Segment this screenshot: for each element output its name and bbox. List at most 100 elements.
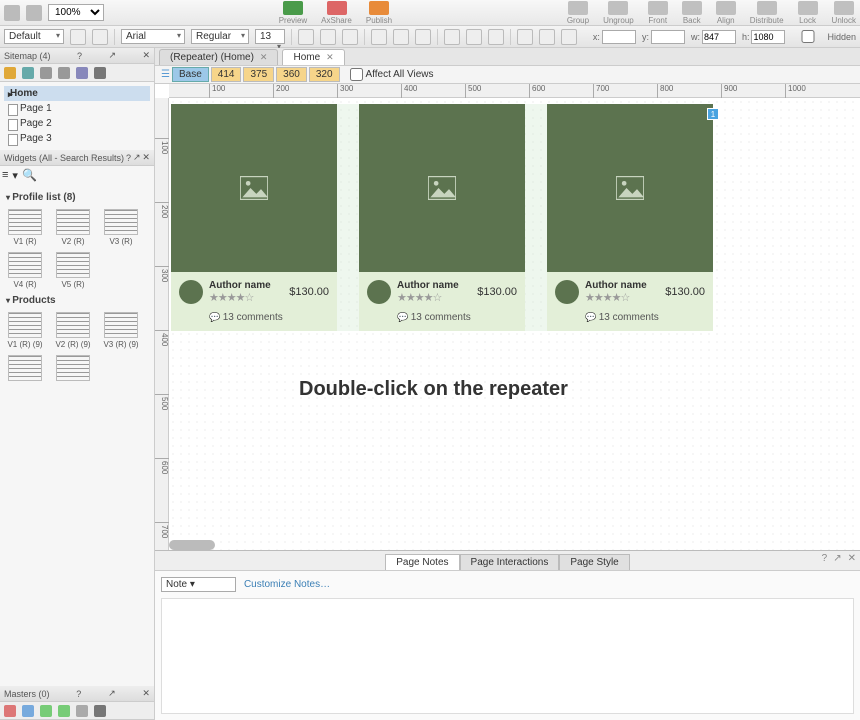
- zoom-select[interactable]: 100%: [48, 4, 104, 21]
- bottom-close-icon[interactable]: ✕: [848, 553, 856, 564]
- align-right-button[interactable]: [488, 29, 504, 45]
- widget-item[interactable]: V3 (R) (9): [100, 310, 142, 351]
- close-icon[interactable]: ✕: [326, 52, 334, 62]
- back-button[interactable]: Back: [682, 1, 702, 25]
- master-search-icon[interactable]: [94, 705, 106, 717]
- align-button[interactable]: Align: [716, 1, 736, 25]
- add-page-icon[interactable]: [4, 67, 16, 79]
- widget-item[interactable]: [4, 353, 46, 383]
- horizontal-scrollbar[interactable]: [169, 540, 215, 550]
- y-input[interactable]: [651, 30, 685, 44]
- widget-item[interactable]: V1 (R): [4, 207, 46, 248]
- customize-notes-link[interactable]: Customize Notes…: [244, 579, 330, 590]
- axshare-button[interactable]: AxShare: [321, 1, 352, 25]
- distribute-button[interactable]: Distribute: [750, 1, 784, 25]
- library-options-icon[interactable]: ▾: [12, 169, 18, 182]
- sitemap-pop-icon[interactable]: ↗: [108, 50, 116, 61]
- font-combo[interactable]: Arial: [121, 29, 185, 44]
- library-menu-icon[interactable]: ≡: [2, 169, 8, 181]
- align-center-button[interactable]: [466, 29, 482, 45]
- adaptive-360-button[interactable]: 360: [276, 67, 307, 82]
- w-input[interactable]: [702, 30, 736, 44]
- widgets-help-icon[interactable]: ?: [126, 153, 131, 163]
- adaptive-375-button[interactable]: 375: [243, 67, 274, 82]
- repeater-card[interactable]: Author name ★★★★☆ $130.00 13 comments: [171, 104, 337, 331]
- repeater-card[interactable]: Author name ★★★★☆ $130.00 13 comments: [359, 104, 525, 331]
- underline-button[interactable]: [342, 29, 358, 45]
- group-button[interactable]: Group: [567, 1, 589, 25]
- widget-item[interactable]: [52, 353, 94, 383]
- bold-button[interactable]: [298, 29, 314, 45]
- adaptive-320-button[interactable]: 320: [309, 67, 340, 82]
- note-type-select[interactable]: Note ▾: [161, 577, 236, 592]
- widget-item[interactable]: V2 (R): [52, 207, 94, 248]
- adaptive-base-button[interactable]: Base: [172, 67, 209, 82]
- masters-help-icon[interactable]: ?: [76, 689, 81, 699]
- masters-close-icon[interactable]: ✕: [142, 688, 150, 699]
- h-input[interactable]: [751, 30, 785, 44]
- x-input[interactable]: [602, 30, 636, 44]
- note-textarea[interactable]: [161, 598, 854, 714]
- style-apply-icon[interactable]: [70, 29, 86, 45]
- add-master-folder-icon[interactable]: [22, 705, 34, 717]
- master-delete-icon[interactable]: [76, 705, 88, 717]
- widget-item[interactable]: V4 (R): [4, 250, 46, 291]
- repeater-widget[interactable]: 1 Author name ★★★★☆ $130.00: [171, 104, 713, 331]
- unlock-button[interactable]: Unlock: [832, 1, 856, 25]
- affect-all-checkbox[interactable]: Affect All Views: [350, 68, 434, 81]
- widget-group-products[interactable]: Products: [4, 291, 150, 310]
- delete-page-icon[interactable]: [76, 67, 88, 79]
- master-up-icon[interactable]: [40, 705, 52, 717]
- style-combo[interactable]: Default: [4, 29, 64, 44]
- close-icon[interactable]: ✕: [260, 52, 268, 62]
- canvas[interactable]: 1 Author name ★★★★☆ $130.00: [169, 98, 860, 550]
- sitemap-close-icon[interactable]: ✕: [142, 50, 150, 61]
- repeater-card[interactable]: Author name ★★★★☆ $130.00 13 comments: [547, 104, 713, 331]
- italic-button[interactable]: [320, 29, 336, 45]
- border-color-button[interactable]: [415, 29, 431, 45]
- valign-top-button[interactable]: [517, 29, 533, 45]
- bottom-help-icon[interactable]: ?: [822, 553, 828, 564]
- style-paint-icon[interactable]: [92, 29, 108, 45]
- font-weight-combo[interactable]: Regular: [191, 29, 249, 44]
- tab-page-interactions[interactable]: Page Interactions: [460, 554, 560, 570]
- fill-color-button[interactable]: [393, 29, 409, 45]
- text-color-button[interactable]: [371, 29, 387, 45]
- publish-button[interactable]: Publish: [366, 1, 392, 25]
- add-folder-icon[interactable]: [22, 67, 34, 79]
- sitemap-help-icon[interactable]: ?: [77, 51, 82, 61]
- widgets-pop-icon[interactable]: ↗: [133, 152, 141, 163]
- valign-bottom-button[interactable]: [561, 29, 577, 45]
- tab-repeater[interactable]: (Repeater) (Home)✕: [159, 49, 278, 65]
- adaptive-menu-icon[interactable]: ☰: [161, 69, 170, 80]
- sitemap-item-page3[interactable]: Page 3: [4, 131, 150, 146]
- tab-page-notes[interactable]: Page Notes: [385, 554, 459, 570]
- adaptive-414-button[interactable]: 414: [211, 67, 242, 82]
- sitemap-item-home[interactable]: Home: [4, 86, 150, 101]
- widget-item[interactable]: V1 (R) (9): [4, 310, 46, 351]
- master-down-icon[interactable]: [58, 705, 70, 717]
- valign-middle-button[interactable]: [539, 29, 555, 45]
- front-button[interactable]: Front: [648, 1, 668, 25]
- widget-item[interactable]: V2 (R) (9): [52, 310, 94, 351]
- ungroup-button[interactable]: Ungroup: [603, 1, 634, 25]
- font-size-combo[interactable]: 13: [255, 29, 285, 44]
- search-sitemap-icon[interactable]: [94, 67, 106, 79]
- move-down-icon[interactable]: [58, 67, 70, 79]
- selection-mode-icon[interactable]: [4, 5, 20, 21]
- move-up-icon[interactable]: [40, 67, 52, 79]
- tab-page-style[interactable]: Page Style: [559, 554, 629, 570]
- sitemap-item-page1[interactable]: Page 1: [4, 101, 150, 116]
- zoom-icon[interactable]: [26, 5, 42, 21]
- tab-home[interactable]: Home✕: [282, 49, 344, 65]
- lock-button[interactable]: Lock: [798, 1, 818, 25]
- widget-item[interactable]: V3 (R): [100, 207, 142, 248]
- add-master-icon[interactable]: [4, 705, 16, 717]
- align-left-button[interactable]: [444, 29, 460, 45]
- bottom-pop-icon[interactable]: ↗: [833, 553, 841, 564]
- widget-item[interactable]: V5 (R): [52, 250, 94, 291]
- preview-button[interactable]: Preview: [279, 1, 307, 25]
- widgets-close-icon[interactable]: ✕: [142, 152, 150, 163]
- masters-pop-icon[interactable]: ↗: [108, 688, 116, 699]
- sitemap-item-page2[interactable]: Page 2: [4, 116, 150, 131]
